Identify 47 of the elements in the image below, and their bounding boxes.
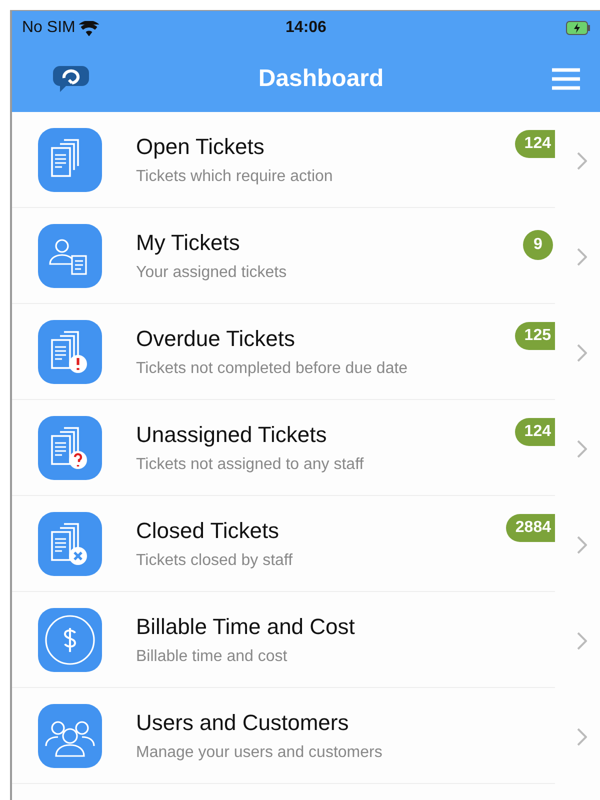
dashboard-item[interactable]: Closed Tickets Tickets closed by staff 2884 bbox=[12, 496, 555, 592]
docs-close-icon bbox=[38, 512, 102, 576]
count-badge: 124 bbox=[515, 130, 555, 158]
dollar-icon bbox=[38, 608, 102, 672]
battery-icon bbox=[566, 21, 590, 35]
chevron-icon bbox=[577, 344, 587, 362]
chevron-icon bbox=[577, 632, 587, 650]
chevron-icon bbox=[577, 536, 587, 554]
wifi-icon bbox=[79, 20, 100, 36]
dashboard-item[interactable]: Billable Time and Cost Billable time and cost bbox=[12, 592, 555, 688]
users-icon bbox=[38, 704, 102, 768]
item-subtitle: Tickets closed by staff bbox=[136, 552, 294, 570]
item-title: Users and Customers bbox=[136, 710, 350, 736]
dashboard-item[interactable]: Overdue Tickets Tickets not completed before due date 125 bbox=[12, 304, 555, 400]
item-subtitle: Your assigned tickets bbox=[136, 264, 288, 282]
header-title: Dashboard bbox=[257, 64, 385, 92]
item-title: Unassigned Tickets bbox=[136, 422, 328, 448]
count-badge: 125 bbox=[515, 322, 555, 350]
item-subtitle: Tickets which require action bbox=[136, 168, 334, 186]
item-title: Open Tickets bbox=[136, 134, 266, 160]
user-doc-icon bbox=[38, 224, 102, 288]
item-subtitle: Tickets not completed before due date bbox=[136, 360, 409, 378]
chevron-icon bbox=[577, 152, 587, 170]
carrier-label: No SIM bbox=[22, 19, 76, 37]
clock-time: 14:06 bbox=[284, 19, 328, 37]
chevron-icon bbox=[577, 440, 587, 458]
dashboard-item[interactable]: Open Tickets Tickets which require action 124 bbox=[12, 112, 555, 208]
dashboard-item[interactable]: Unassigned Tickets Tickets not assigned to any staff 124 bbox=[12, 400, 555, 496]
count-badge: 9 bbox=[523, 230, 553, 260]
item-title: Billable Time and Cost bbox=[136, 614, 356, 640]
menu-icon[interactable] bbox=[552, 68, 580, 90]
chevron-icon bbox=[577, 248, 587, 266]
item-title: My Tickets bbox=[136, 230, 241, 256]
count-badge: 2884 bbox=[506, 514, 555, 542]
docs-icon bbox=[38, 128, 102, 192]
chevron-icon bbox=[577, 728, 587, 746]
item-subtitle: Manage your users and customers bbox=[136, 744, 384, 762]
item-title: Overdue Tickets bbox=[136, 326, 296, 352]
dashboard-item[interactable]: Users and Customers Manage your users and customers bbox=[12, 688, 555, 784]
item-title: Closed Tickets bbox=[136, 518, 280, 544]
docs-question-icon bbox=[38, 416, 102, 480]
item-subtitle: Billable time and cost bbox=[136, 648, 288, 666]
dashboard-item[interactable]: My Tickets Your assigned tickets 9 bbox=[12, 208, 555, 304]
chat-logo-icon[interactable] bbox=[52, 64, 90, 94]
count-badge: 124 bbox=[515, 418, 555, 446]
item-subtitle: Tickets not assigned to any staff bbox=[136, 456, 365, 474]
docs-alert-icon bbox=[38, 320, 102, 384]
